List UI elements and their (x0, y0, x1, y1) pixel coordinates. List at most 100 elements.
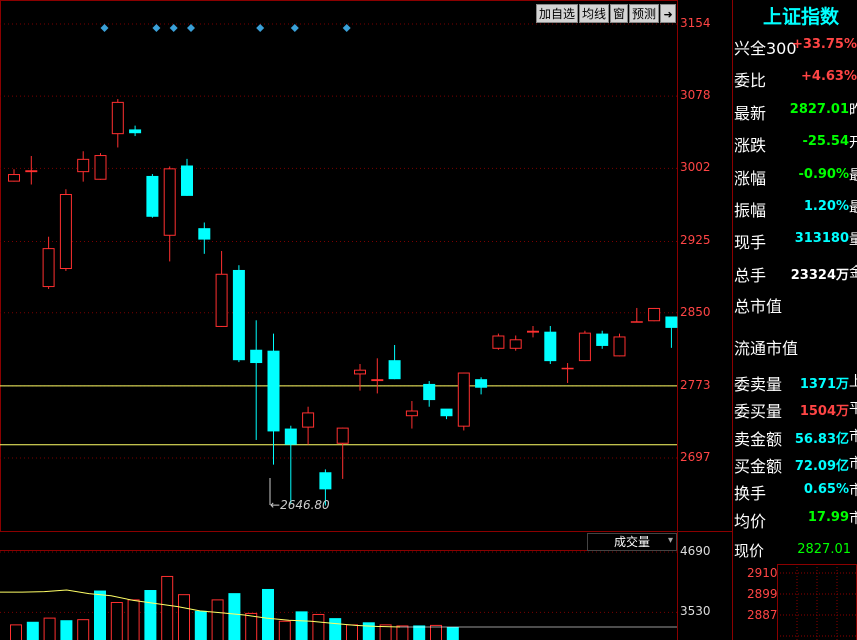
quote-row-suffix: 最 (849, 167, 857, 184)
candle-down (423, 383, 436, 401)
quote-row-label: 涨跌 (734, 136, 767, 156)
quote-row: 涨幅 -0.90% 最 (733, 162, 857, 190)
volume-bar-up (312, 613, 325, 640)
low-annotation: ←2646.80 (270, 498, 330, 512)
quote-row-value: +4.63% (801, 69, 857, 85)
quote-row: 委卖量 1371万上 (733, 368, 857, 396)
quote-row-value: 17.99 (807, 509, 849, 525)
price-axis-label: 3078 (680, 88, 711, 103)
price-axis-label: 2925 (680, 233, 711, 248)
quote-row: 委买量 1504万平 (733, 395, 857, 423)
candle-up (42, 248, 55, 288)
quote-row-value: 1504万 (799, 404, 849, 420)
quote-row-value: 313180 (794, 231, 849, 247)
candle-up (492, 335, 505, 349)
candle-up (405, 410, 418, 417)
ma-line-button[interactable]: 均线 (579, 4, 610, 23)
candle-up (302, 412, 315, 428)
exit-arrow-icon[interactable]: ➜ (660, 4, 677, 23)
quote-row: 总手 23324万金 (733, 259, 857, 287)
candle-up (630, 321, 643, 323)
forecast-button[interactable]: 预测 (629, 4, 660, 23)
float-market-cap-label: 流通市值 (734, 339, 799, 358)
mini-axis-label: 2910 (747, 566, 778, 580)
volume-bar-down (329, 618, 342, 640)
quote-row-label: 现手 (734, 233, 767, 253)
price-axis-label: 2773 (680, 377, 711, 392)
candle-down (544, 331, 557, 362)
candle-up (77, 158, 90, 173)
quote-row: 换手 0.65% 市 (733, 477, 857, 505)
volume-bar-up (430, 624, 442, 640)
quote-row-label: 换手 (734, 484, 767, 504)
mini-axis-label: 2899 (747, 587, 778, 601)
quote-row-label: 委比 (734, 71, 767, 91)
volume-bar-down (413, 625, 426, 640)
volume-bar-down (26, 621, 39, 640)
candle-up (354, 369, 366, 375)
quote-row-value: +33.75% (791, 37, 857, 52)
candle-up (527, 330, 539, 333)
quote-row-value: 1.20% (803, 199, 849, 214)
quote-row-suffix: 昨 (849, 102, 857, 119)
candle-down (440, 408, 453, 417)
candle-up (578, 332, 591, 362)
volume-selector-label: 成交量 (614, 535, 651, 549)
quote-row-label: 涨幅 (734, 168, 767, 188)
volume-bar-up (110, 601, 123, 640)
volume-bar-down (94, 590, 106, 640)
quote-row-label: 买金额 (734, 456, 783, 476)
mini-axis-label: 2887 (747, 608, 778, 622)
volume-bar-down (60, 620, 73, 640)
volume-bar-up (245, 612, 258, 640)
volume-selector[interactable]: 成交量 ▾ (587, 533, 677, 551)
candle-up (25, 170, 38, 173)
volume-bar-down (228, 593, 241, 640)
quote-row-value: 56.83亿 (794, 431, 849, 447)
candle-up (509, 339, 522, 349)
quote-row-value: 0.65% (803, 482, 849, 498)
quote-row-value: 72.09亿 (794, 458, 849, 474)
quote-panel: 上证指数 兴全300 +33.75% 委比 +4.63% 最新 2827.01 昨涨跌 -25… (733, 0, 857, 640)
candle-down (284, 428, 297, 445)
signal-diamond-icon (290, 24, 299, 32)
signal-diamond-icon (169, 24, 178, 32)
volume-bar-up (211, 599, 224, 640)
quote-row-label: 总手 (734, 265, 767, 285)
quote-row: 均价 17.99 市 (733, 505, 857, 533)
volume-bar-down (295, 611, 308, 640)
quote-row-label: 最新 (734, 103, 767, 123)
quote-row-label: 均价 (734, 511, 767, 531)
candle-down (232, 269, 245, 361)
quote-row-suffix: 市 (849, 455, 857, 472)
window-button[interactable]: 窗 (610, 4, 629, 23)
volume-bar-up (161, 575, 174, 640)
quote-row: 委比 +4.63% (733, 64, 857, 92)
volume-bar-up (278, 620, 291, 640)
volume-bar-up (10, 624, 22, 640)
candle-up (613, 336, 626, 357)
candle-down (665, 316, 678, 328)
candle-down (181, 165, 193, 196)
volume-bar-up (396, 625, 409, 640)
candle-down (388, 360, 401, 380)
candle-up (8, 174, 20, 182)
price-axis-label: 2697 (680, 450, 711, 464)
price-axis-label: 3002 (680, 160, 711, 175)
signal-diamond-icon (187, 24, 195, 32)
total-market-cap-row: 总市值 (733, 290, 857, 318)
quote-row-label: 委卖量 (734, 375, 783, 394)
candle-up (371, 379, 384, 382)
quote-row-label: 卖金额 (734, 429, 783, 449)
signal-diamond-icon (342, 24, 351, 32)
candle-up (94, 155, 107, 180)
signal-diamond-icon (100, 24, 109, 32)
quote-row: 现手 313180 量 (733, 226, 857, 254)
low-arrow-icon: ← (270, 498, 281, 512)
add-watchlist-button[interactable]: 加自选 (536, 4, 579, 23)
candle-down (475, 379, 488, 388)
chevron-down-icon: ▾ (667, 535, 673, 546)
quote-row-suffix: 市 (849, 483, 857, 500)
candle-down (250, 349, 263, 364)
volume-bar-up (178, 594, 190, 640)
